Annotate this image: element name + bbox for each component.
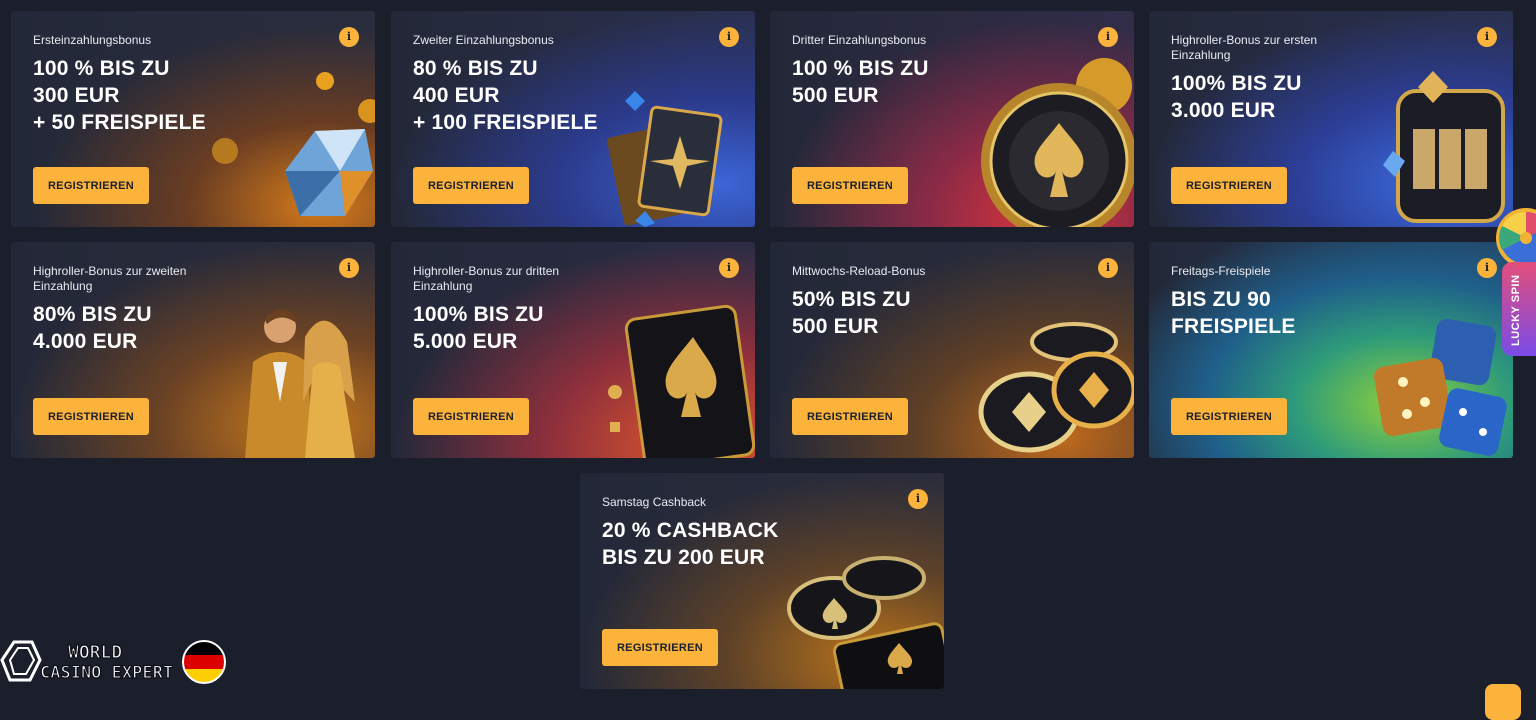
card-headline: 80 % BIS ZU 400 EUR + 100 FREISPIELE — [413, 57, 598, 134]
card-headline: 100% BIS ZU 3.000 EUR — [1171, 72, 1302, 122]
info-icon[interactable]: i — [719, 27, 739, 47]
card-subtitle: Highroller-Bonus zur ersten Einzahlung — [1171, 33, 1318, 62]
register-button[interactable]: REGISTRIEREN — [1171, 398, 1287, 435]
card-subtitle: Mittwochs-Reload-Bonus — [792, 264, 926, 278]
lucky-spin-tab[interactable]: LUCKY SPIN — [1502, 262, 1536, 356]
info-icon[interactable]: i — [1477, 27, 1497, 47]
card-subtitle: Zweiter Einzahlungsbonus — [413, 33, 554, 47]
info-icon[interactable]: i — [1098, 27, 1118, 47]
info-icon[interactable]: i — [908, 489, 928, 509]
register-button[interactable]: REGISTRIEREN — [413, 398, 529, 435]
germany-flag-icon — [182, 640, 226, 684]
card-headline: 20 % CASHBACK BIS ZU 200 EUR — [602, 519, 779, 569]
info-icon[interactable]: i — [339, 258, 359, 278]
register-button[interactable]: REGISTRIEREN — [413, 167, 529, 204]
card-subtitle: Freitags-Freispiele — [1171, 264, 1271, 278]
card-headline: 80% BIS ZU 4.000 EUR — [33, 303, 152, 353]
card-subtitle: Ersteinzahlungsbonus — [33, 33, 152, 47]
card-headline: 100 % BIS ZU 500 EUR — [792, 57, 929, 107]
card-subtitle: Highroller-Bonus zur dritten Einzahlung — [413, 264, 560, 293]
card-headline: BIS ZU 90 FREISPIELE — [1171, 288, 1296, 338]
card-headline: 50% BIS ZU 500 EUR — [792, 288, 911, 338]
info-icon[interactable]: i — [1098, 258, 1118, 278]
bonus-card-highroller-second: Highroller-Bonus zur zweiten Einzahlung … — [11, 242, 375, 458]
register-button[interactable]: REGISTRIEREN — [33, 167, 149, 204]
card-headline: 100 % BIS ZU 300 EUR + 50 FREISPIELE — [33, 57, 206, 134]
register-button[interactable]: REGISTRIEREN — [33, 398, 149, 435]
card-subtitle: Highroller-Bonus zur zweiten Einzahlung — [33, 264, 187, 293]
watermark-line2: CASINO EXPERT — [40, 663, 173, 683]
register-button[interactable]: REGISTRIEREN — [792, 167, 908, 204]
info-icon[interactable]: i — [339, 27, 359, 47]
bonus-card-highroller-third: Highroller-Bonus zur dritten Einzahlung … — [391, 242, 755, 458]
bonus-card-saturday-cashback: Samstag Cashback 20 % CASHBACK BIS ZU 20… — [580, 473, 944, 689]
bonus-card-first-deposit: Ersteinzahlungsbonus 100 % BIS ZU 300 EU… — [11, 11, 375, 227]
bonus-card-friday-freespins: Freitags-Freispiele BIS ZU 90 FREISPIELE… — [1149, 242, 1513, 458]
card-subtitle: Samstag Cashback — [602, 495, 707, 509]
chat-support-button[interactable] — [1485, 684, 1521, 720]
info-icon[interactable]: i — [719, 258, 739, 278]
register-button[interactable]: REGISTRIEREN — [1171, 167, 1287, 204]
register-button[interactable]: REGISTRIEREN — [602, 629, 718, 666]
bonus-card-wednesday-reload: Mittwochs-Reload-Bonus 50% BIS ZU 500 EU… — [770, 242, 1134, 458]
lucky-spin-label: LUCKY SPIN — [1510, 274, 1522, 346]
card-subtitle: Dritter Einzahlungsbonus — [792, 33, 927, 47]
register-button[interactable]: REGISTRIEREN — [792, 398, 908, 435]
card-headline: 100% BIS ZU 5.000 EUR — [413, 303, 544, 353]
bonus-card-third-deposit: Dritter Einzahlungsbonus 100 % BIS ZU 50… — [770, 11, 1134, 227]
watermark-line1: WORLD — [68, 642, 122, 663]
world-casino-expert-logo: WORLD CASINO EXPERT — [0, 640, 226, 684]
bonus-card-second-deposit: Zweiter Einzahlungsbonus 80 % BIS ZU 400… — [391, 11, 755, 227]
bonus-card-highroller-first: Highroller-Bonus zur ersten Einzahlung 1… — [1149, 11, 1513, 227]
